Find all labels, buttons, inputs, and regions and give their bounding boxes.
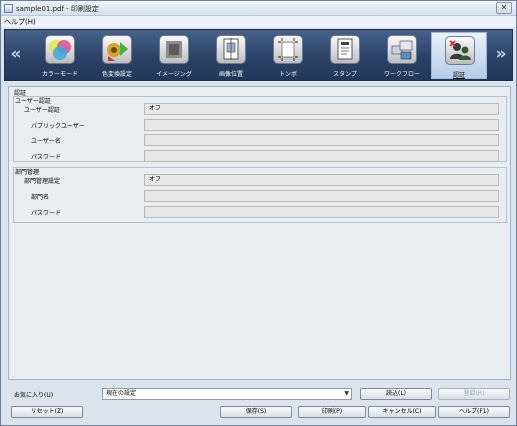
tool-image-position[interactable]: 画像位置: [203, 32, 259, 79]
crop-marks-icon: [273, 35, 303, 64]
chevron-down-icon: ▼: [344, 390, 349, 397]
tool-authentication[interactable]: 認証: [431, 32, 487, 79]
tool-label: スタンプ: [333, 71, 357, 78]
title-bar: sample01.pdf - 印刷設定 ✕: [1, 1, 516, 16]
user-name-label: ユーザー名: [31, 138, 61, 145]
dept-setting-label: 部門管理設定: [24, 178, 61, 185]
help-button[interactable]: ヘルプ(F1): [438, 406, 510, 418]
tool-label: 色変換設定: [101, 71, 132, 78]
color-mode-icon: [45, 35, 75, 64]
print-button[interactable]: 印刷(P): [298, 406, 366, 418]
load-button[interactable]: 読込(L): [360, 388, 432, 400]
tool-color-mode[interactable]: カラーモード: [32, 32, 88, 79]
group-title: ユーザー認証: [15, 98, 51, 105]
authentication-icon: [445, 36, 475, 65]
dept-setting-field[interactable]: オフ: [144, 174, 499, 186]
menu-help[interactable]: ヘルプ(H): [4, 17, 36, 27]
group-title: 部門管理: [15, 169, 40, 176]
tool-label: 画像位置: [218, 71, 243, 78]
tool-label: カラーモード: [41, 71, 78, 78]
image-position-icon: [216, 35, 246, 64]
imaging-icon: [159, 35, 189, 64]
app-icon: [4, 4, 13, 13]
user-auth-label: ユーザー認証: [24, 107, 60, 114]
tool-stamp[interactable]: スタンプ: [317, 32, 373, 79]
dept-management-group: 部門管理 部門管理設定 オフ 部門名 パスワード: [13, 167, 507, 223]
tool-label: イメージング: [156, 71, 192, 78]
tool-color-conversion[interactable]: 色変換設定: [89, 32, 145, 79]
favorites-value: 現在の設定: [106, 390, 137, 397]
tool-label: トンボ: [278, 71, 297, 78]
dept-name-label: 部門名: [31, 194, 50, 201]
tool-workflow[interactable]: ワークフロー: [374, 32, 430, 79]
dept-password-label: パスワード: [31, 210, 62, 217]
user-name-field[interactable]: [144, 134, 499, 146]
register-button[interactable]: 登録(R): [438, 388, 510, 400]
public-user-field[interactable]: [144, 119, 499, 131]
save-button[interactable]: 保存(S): [220, 406, 292, 418]
color-conversion-icon: [102, 35, 132, 64]
dept-password-field[interactable]: [144, 206, 499, 218]
settings-panel: 認証 ユーザー認証 ユーザー認証 オフ パブリックユーザー ユーザー名 パスワー…: [8, 86, 511, 380]
user-auth-group: ユーザー認証 ユーザー認証 オフ パブリックユーザー ユーザー名 パスワード: [13, 96, 507, 162]
user-password-field[interactable]: [144, 150, 499, 162]
tool-crop-marks[interactable]: トンボ: [260, 32, 316, 79]
close-button[interactable]: ✕: [496, 2, 512, 14]
workflow-icon: [387, 35, 417, 64]
user-password-label: パスワード: [31, 154, 62, 161]
reset-button[interactable]: リセット(Z): [11, 406, 83, 418]
favorites-label: お気に入り(U): [14, 392, 54, 399]
tool-label: ワークフロー: [383, 71, 420, 78]
print-settings-window: sample01.pdf - 印刷設定 ✕ ヘルプ(H) « カラーモード 色変…: [0, 0, 517, 426]
scroll-left-icon[interactable]: «: [9, 44, 23, 64]
tool-imaging[interactable]: イメージング: [146, 32, 202, 79]
public-user-label: パブリックユーザー: [31, 123, 85, 130]
favorites-select[interactable]: 現在の設定 ▼: [102, 388, 352, 400]
scroll-right-icon[interactable]: »: [494, 44, 508, 64]
cancel-button[interactable]: キャンセル(C): [368, 406, 436, 418]
menu-bar: ヘルプ(H): [1, 16, 516, 27]
user-auth-field[interactable]: オフ: [144, 103, 499, 115]
window-title: sample01.pdf - 印刷設定: [16, 5, 99, 13]
dept-name-field[interactable]: [144, 190, 499, 202]
tool-label: 認証: [452, 72, 465, 79]
stamp-icon: [330, 35, 360, 64]
function-toolbar: « カラーモード 色変換設定 イメージング 画像位置 トンボ スタンプ ワークフ…: [4, 29, 513, 81]
